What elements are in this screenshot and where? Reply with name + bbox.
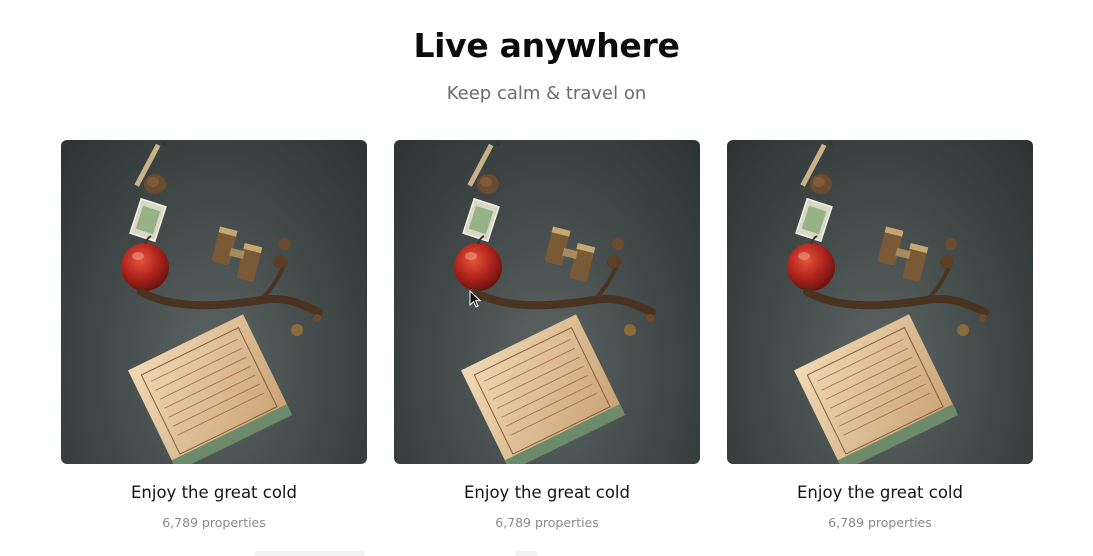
card-property-count: 6,789 properties <box>162 515 266 530</box>
balanced-objects-still-life-image <box>61 140 367 464</box>
next-row-peek <box>515 551 537 556</box>
card-property-count: 6,789 properties <box>495 515 599 530</box>
destination-card[interactable]: Enjoy the great cold 6,789 properties <box>727 140 1033 530</box>
balanced-objects-still-life-image <box>727 140 1033 464</box>
destination-card[interactable]: Enjoy the great cold 6,789 properties <box>394 140 700 530</box>
next-row-peek <box>255 551 365 556</box>
card-title[interactable]: Enjoy the great cold <box>727 483 1033 502</box>
destination-card[interactable]: Enjoy the great cold 6,789 properties <box>61 140 367 530</box>
card-photo[interactable] <box>394 140 700 464</box>
section-title: Live anywhere <box>413 26 680 65</box>
card-title[interactable]: Enjoy the great cold <box>394 483 700 502</box>
section-subtitle: Keep calm & travel on <box>446 83 647 104</box>
card-photo[interactable] <box>727 140 1033 464</box>
mouse-pointer-icon <box>469 290 481 308</box>
card-photo[interactable] <box>61 140 367 464</box>
card-title[interactable]: Enjoy the great cold <box>61 483 367 502</box>
card-property-count: 6,789 properties <box>828 515 932 530</box>
balanced-objects-still-life-image <box>394 140 700 464</box>
